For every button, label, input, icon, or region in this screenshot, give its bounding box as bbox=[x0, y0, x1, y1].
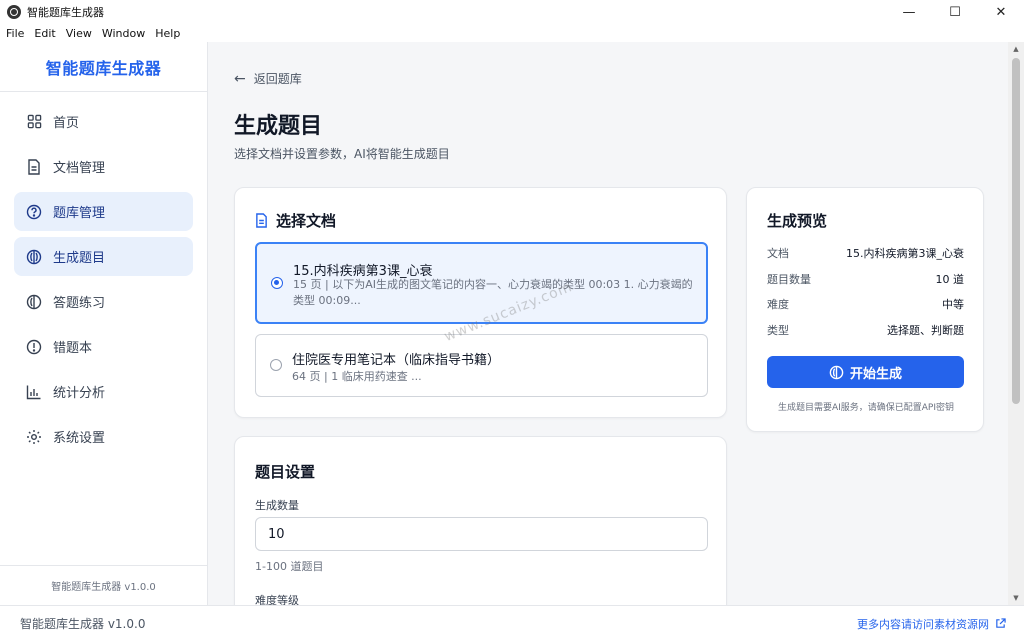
back-link-label: 返回题库 bbox=[253, 72, 302, 86]
sidebar-version: 智能题库生成器 v1.0.0 bbox=[0, 565, 207, 605]
menu-file[interactable]: File bbox=[0, 27, 29, 40]
start-generate-button[interactable]: 开始生成 bbox=[767, 356, 964, 388]
sidebar-header: 智能题库生成器 bbox=[0, 42, 207, 92]
card-title: 生成预览 bbox=[767, 212, 828, 230]
question-circle-icon bbox=[26, 204, 42, 220]
menu-window[interactable]: Window bbox=[97, 27, 150, 40]
sparkle-circle-icon bbox=[26, 249, 42, 265]
page-title: 生成题目 bbox=[234, 114, 323, 139]
scroll-down-arrow-icon[interactable]: ▼ bbox=[1008, 591, 1024, 605]
radio-button[interactable] bbox=[270, 359, 282, 371]
document-description: 64 页 | 1 临床用药速查 ... bbox=[292, 370, 422, 383]
close-button[interactable]: ✕ bbox=[978, 0, 1024, 24]
sidebar-item-home[interactable]: 首页 bbox=[14, 102, 193, 141]
menu-bar: File Edit View Window Help bbox=[0, 24, 1024, 42]
preview-row-difficulty: 难度 中等 bbox=[767, 296, 964, 312]
select-document-card: 选择文档 15.内科疾病第3课_心衰 15 页 | 以下为AI生成的图文笔记的内… bbox=[234, 187, 727, 418]
difficulty-label: 难度等级 bbox=[255, 594, 299, 605]
status-bar: 智能题库生成器 v1.0.0 更多内容请访问素材资源网 bbox=[0, 605, 1024, 641]
document-icon bbox=[26, 158, 42, 175]
mistake-circle-icon bbox=[26, 339, 42, 355]
count-input[interactable]: 10 bbox=[255, 517, 708, 551]
back-link[interactable]: ← 返回题库 bbox=[234, 70, 302, 87]
document-option[interactable]: 15.内科疾病第3课_心衰 15 页 | 以下为AI生成的图文笔记的内容一、心力… bbox=[255, 242, 708, 324]
count-label: 生成数量 bbox=[255, 499, 299, 512]
preview-key: 类型 bbox=[767, 324, 789, 337]
gear-icon bbox=[26, 429, 42, 445]
minimize-button[interactable]: — bbox=[886, 0, 932, 24]
sidebar-item-label: 答题练习 bbox=[53, 296, 106, 311]
sidebar-item-label: 题库管理 bbox=[53, 206, 106, 221]
sidebar-item-mistakes[interactable]: 错题本 bbox=[14, 327, 193, 366]
document-description: 15 页 | 以下为AI生成的图文笔记的内容一、心力衰竭的类型 00:03 1.… bbox=[293, 278, 693, 307]
external-link-icon bbox=[995, 618, 1006, 629]
bar-chart-icon bbox=[26, 384, 42, 400]
sidebar: 智能题库生成器 首页 文档管理 题库管理 生成题目 答题练习 错题本 统计分析 … bbox=[0, 42, 208, 605]
scroll-up-arrow-icon[interactable]: ▲ bbox=[1008, 42, 1024, 56]
arrow-left-icon: ← bbox=[234, 70, 246, 87]
app-icon bbox=[7, 5, 21, 19]
sidebar-item-label: 文档管理 bbox=[53, 161, 106, 176]
preview-value: 中等 bbox=[942, 298, 964, 311]
title-bar: 智能题库生成器 — ☐ ✕ bbox=[0, 0, 1024, 24]
menu-help[interactable]: Help bbox=[150, 27, 185, 40]
sidebar-item-label: 系统设置 bbox=[53, 431, 106, 446]
sidebar-item-settings[interactable]: 系统设置 bbox=[14, 417, 193, 456]
card-title: 选择文档 bbox=[255, 210, 336, 231]
sidebar-item-label: 首页 bbox=[53, 116, 80, 131]
generation-preview-card: 生成预览 文档 15.内科疾病第3课_心衰 题目数量 10 道 难度 中等 类型… bbox=[746, 187, 984, 432]
grid-icon bbox=[26, 114, 42, 130]
resource-link-label: 更多内容请访问素材资源网 bbox=[857, 617, 989, 631]
card-title-text: 选择文档 bbox=[276, 212, 337, 230]
menu-view[interactable]: View bbox=[61, 27, 97, 40]
document-icon bbox=[255, 213, 268, 228]
page-subtitle: 选择文档并设置参数，AI将智能生成题目 bbox=[234, 147, 450, 161]
app-version: 智能题库生成器 v1.0.0 bbox=[20, 617, 146, 631]
start-generate-label: 开始生成 bbox=[849, 366, 902, 382]
sidebar-item-label: 错题本 bbox=[53, 341, 93, 356]
document-option[interactable]: 住院医专用笔记本（临床指导书籍） 64 页 | 1 临床用药速查 ... bbox=[255, 334, 708, 397]
preview-key: 难度 bbox=[767, 298, 789, 311]
preview-row-document: 文档 15.内科疾病第3课_心衰 bbox=[767, 245, 964, 261]
preview-key: 题目数量 bbox=[767, 273, 811, 286]
sidebar-item-practice[interactable]: 答题练习 bbox=[14, 282, 193, 321]
sparkle-circle-icon bbox=[829, 365, 844, 380]
sidebar-item-label: 统计分析 bbox=[53, 386, 106, 401]
sidebar-item-question-bank[interactable]: 题库管理 bbox=[14, 192, 193, 231]
preview-value: 15.内科疾病第3课_心衰 bbox=[846, 247, 964, 260]
preview-row-type: 类型 选择题、判断题 bbox=[767, 322, 964, 338]
sidebar-item-generate[interactable]: 生成题目 bbox=[14, 237, 193, 276]
main-content: ← 返回题库 生成题目 选择文档并设置参数，AI将智能生成题目 选择文档 15.… bbox=[208, 42, 1008, 605]
maximize-button[interactable]: ☐ bbox=[932, 0, 978, 24]
preview-value: 10 道 bbox=[935, 273, 965, 286]
scrollbar[interactable]: ▲ ▼ bbox=[1008, 42, 1024, 605]
sidebar-item-statistics[interactable]: 统计分析 bbox=[14, 372, 193, 411]
count-hint: 1-100 道题目 bbox=[255, 560, 324, 573]
radio-button[interactable] bbox=[271, 277, 283, 289]
menu-edit[interactable]: Edit bbox=[29, 27, 60, 40]
sidebar-item-label: 生成题目 bbox=[53, 251, 106, 266]
practice-circle-icon bbox=[26, 294, 42, 310]
document-name: 住院医专用笔记本（临床指导书籍） bbox=[292, 353, 501, 368]
resource-link[interactable]: 更多内容请访问素材资源网 bbox=[857, 616, 1006, 632]
preview-key: 文档 bbox=[767, 247, 789, 260]
sidebar-nav: 首页 文档管理 题库管理 生成题目 答题练习 错题本 统计分析 系统设置 bbox=[0, 92, 207, 456]
api-note: 生成题目需要AI服务，请确保已配置API密钥 bbox=[777, 403, 955, 413]
window-title: 智能题库生成器 bbox=[27, 6, 104, 19]
preview-value: 选择题、判断题 bbox=[887, 324, 964, 337]
scroll-thumb[interactable] bbox=[1012, 58, 1020, 404]
preview-row-count: 题目数量 10 道 bbox=[767, 271, 964, 287]
brand-title[interactable]: 智能题库生成器 bbox=[46, 55, 162, 79]
window-controls: — ☐ ✕ bbox=[886, 0, 1024, 24]
sidebar-item-documents[interactable]: 文档管理 bbox=[14, 147, 193, 186]
question-settings-card: 题目设置 生成数量 10 1-100 道题目 难度等级 bbox=[234, 436, 727, 605]
card-title: 题目设置 bbox=[255, 463, 316, 481]
